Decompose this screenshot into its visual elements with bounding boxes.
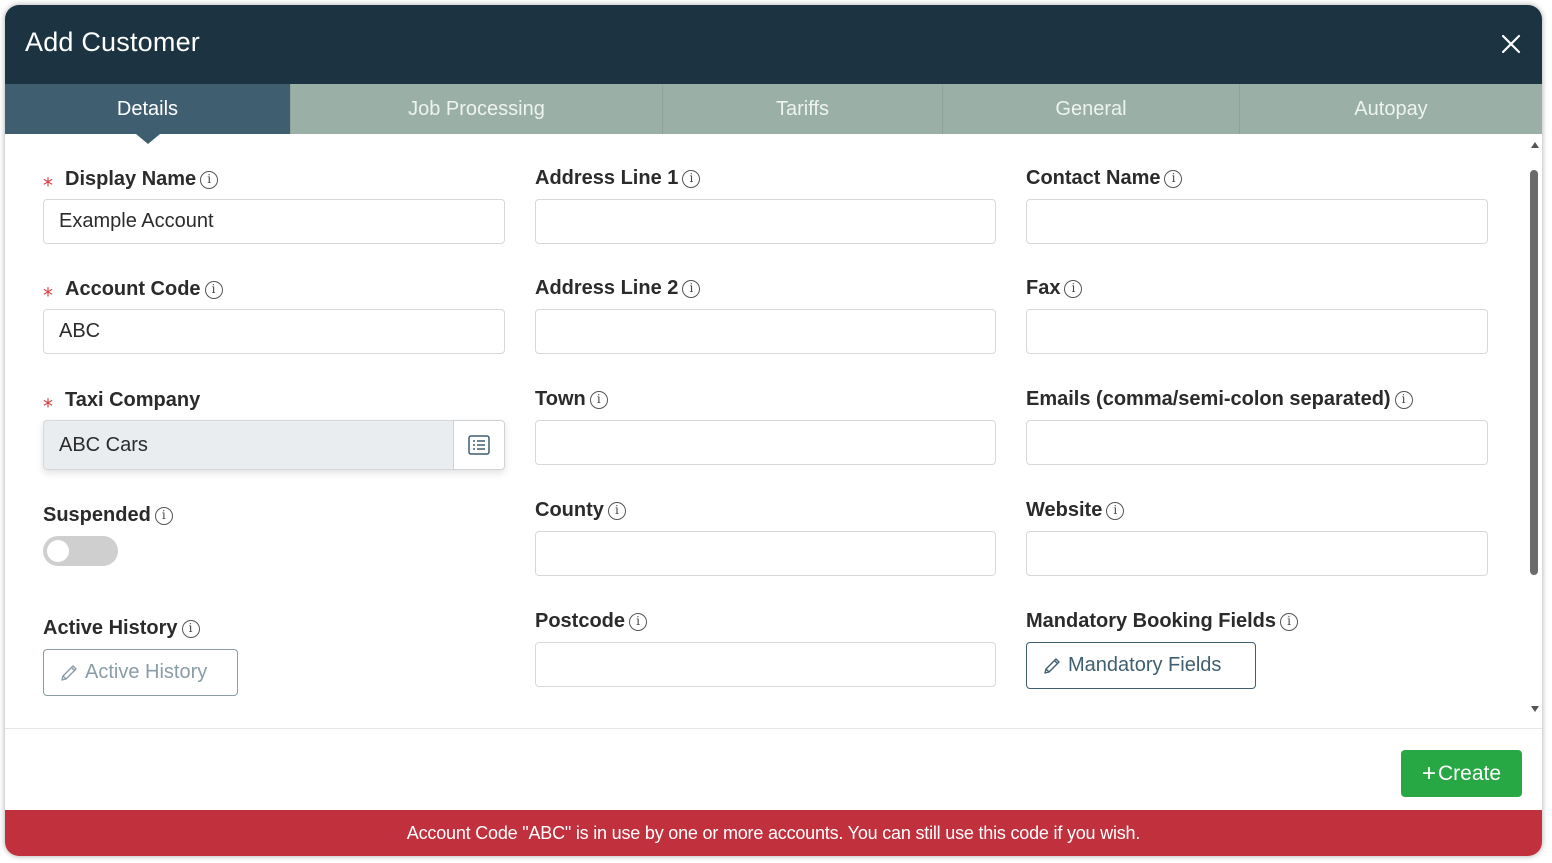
create-button[interactable]: + Create <box>1401 750 1522 797</box>
info-icon[interactable]: i <box>204 280 223 299</box>
address-line-2-label: Address Line 2 i <box>535 277 701 300</box>
emails-label: Emails (comma/semi-colon separated) i <box>1026 388 1413 411</box>
tab-label: Autopay <box>1354 97 1428 120</box>
postcode-input[interactable] <box>535 642 996 687</box>
label-text: Mandatory Booking Fields <box>1026 610 1277 632</box>
fax-label: Fax i <box>1026 277 1083 300</box>
required-icon: ⁎ <box>43 390 53 412</box>
county-label: County i <box>535 499 626 522</box>
tab-label: Details <box>116 97 179 120</box>
label-text: Taxi Company <box>65 389 201 411</box>
form-scrollbar[interactable] <box>1528 134 1542 728</box>
active-history-label: Active History i <box>43 617 200 640</box>
website-input[interactable] <box>1026 531 1488 576</box>
input-value: Example Account <box>59 210 214 232</box>
tab-tariffs[interactable]: Tariffs <box>662 84 942 134</box>
display-name-label: ⁎ Display Name i <box>43 167 219 192</box>
town-input[interactable] <box>535 420 996 465</box>
mandatory-fields-button[interactable]: Mandatory Fields <box>1026 642 1256 689</box>
info-icon[interactable]: i <box>200 170 219 189</box>
label-text: Contact Name <box>1026 167 1161 189</box>
active-history-button[interactable]: Active History <box>43 649 238 696</box>
contact-name-label: Contact Name i <box>1026 167 1183 190</box>
label-text: County <box>535 499 604 521</box>
tab-bar: Details Job Processing Tariffs General A… <box>5 84 1542 144</box>
info-icon[interactable]: i <box>682 169 701 188</box>
label-text: Display Name <box>65 168 197 190</box>
suspended-label: Suspended i <box>43 504 173 527</box>
taxi-company-field[interactable]: ABC Cars <box>43 420 454 470</box>
address-line-1-input[interactable] <box>535 199 996 244</box>
add-customer-dialog: Add Customer Details Job Processing Tari… <box>5 5 1542 856</box>
label-text: Account Code <box>65 278 201 300</box>
required-icon: ⁎ <box>43 279 53 301</box>
scroll-down-icon[interactable] <box>1531 706 1539 712</box>
dialog-header: Add Customer <box>5 5 1542 84</box>
fax-input[interactable] <box>1026 309 1488 354</box>
tab-label: Tariffs <box>776 97 829 120</box>
taxi-company-label: ⁎ Taxi Company <box>43 388 200 413</box>
account-code-label: ⁎ Account Code i <box>43 277 223 302</box>
emails-input[interactable] <box>1026 420 1488 465</box>
toggle-knob <box>47 540 69 562</box>
details-form: ⁎ Display Name i Example Account ⁎ Accou… <box>5 134 1542 728</box>
tab-label: Job Processing <box>408 97 545 120</box>
info-icon[interactable]: i <box>181 619 200 638</box>
info-icon[interactable]: i <box>1394 390 1413 409</box>
banner-message: Account Code "ABC" is in use by one or m… <box>406 822 1141 843</box>
dialog-title: Add Customer <box>25 27 200 57</box>
pencil-icon <box>1044 657 1060 674</box>
info-icon[interactable]: i <box>1280 612 1299 631</box>
button-label: Mandatory Fields <box>1068 654 1222 676</box>
close-icon[interactable] <box>1500 33 1522 55</box>
required-icon: ⁎ <box>43 169 53 191</box>
tab-label: General <box>1055 97 1127 120</box>
label-text: Fax <box>1026 277 1061 299</box>
address-line-2-input[interactable] <box>535 309 996 354</box>
address-line-1-label: Address Line 1 i <box>535 167 701 190</box>
label-text: Address Line 2 <box>535 277 679 299</box>
info-icon[interactable]: i <box>607 501 626 520</box>
website-label: Website i <box>1026 499 1125 522</box>
contact-name-input[interactable] <box>1026 199 1488 244</box>
info-icon[interactable]: i <box>1106 501 1125 520</box>
label-text: Address Line 1 <box>535 167 679 189</box>
tab-details[interactable]: Details <box>5 84 290 144</box>
button-label: Create <box>1437 761 1502 785</box>
display-name-input[interactable]: Example Account <box>43 199 505 244</box>
dialog-footer: + Create <box>5 728 1542 810</box>
label-text: Website <box>1026 499 1103 521</box>
input-value: ABC Cars <box>59 433 148 456</box>
scroll-up-icon[interactable] <box>1531 142 1539 148</box>
taxi-company-picker-button[interactable] <box>453 420 505 470</box>
postcode-label: Postcode i <box>535 610 648 633</box>
label-text: Emails (comma/semi-colon separated) <box>1026 388 1391 410</box>
button-label: Active History <box>85 661 208 683</box>
mandatory-booking-fields-label: Mandatory Booking Fields i <box>1026 610 1299 633</box>
label-text: Suspended <box>43 504 151 526</box>
label-text: Postcode <box>535 610 626 632</box>
info-icon[interactable]: i <box>1164 169 1183 188</box>
plus-icon: + <box>1421 759 1436 787</box>
account-code-input[interactable]: ABC <box>43 309 505 354</box>
list-icon <box>468 435 490 455</box>
pencil-icon <box>61 664 77 681</box>
suspended-toggle[interactable] <box>43 536 118 566</box>
label-text: Town <box>535 388 586 410</box>
tab-autopay[interactable]: Autopay <box>1239 84 1542 134</box>
info-icon[interactable]: i <box>629 612 648 631</box>
info-icon[interactable]: i <box>682 279 701 298</box>
info-icon[interactable]: i <box>589 390 608 409</box>
input-value: ABC <box>59 320 101 342</box>
info-icon[interactable]: i <box>1064 279 1083 298</box>
county-input[interactable] <box>535 531 996 576</box>
tab-general[interactable]: General <box>942 84 1239 134</box>
town-label: Town i <box>535 388 608 411</box>
warning-banner: Account Code "ABC" is in use by one or m… <box>5 810 1542 856</box>
scroll-thumb[interactable] <box>1530 170 1538 575</box>
label-text: Active History <box>43 617 178 639</box>
info-icon[interactable]: i <box>154 506 173 525</box>
tab-job-processing[interactable]: Job Processing <box>290 84 662 134</box>
